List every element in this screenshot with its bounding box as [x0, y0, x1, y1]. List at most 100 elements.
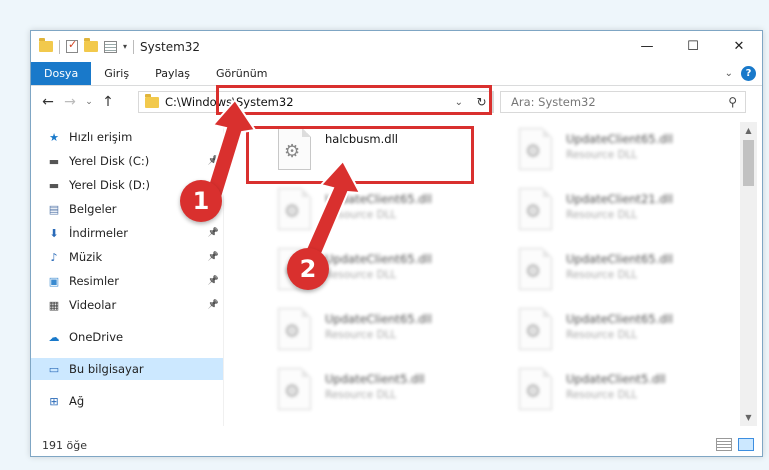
documents-icon: ▤	[48, 202, 60, 216]
sidebar-item-7[interactable]: ▦ Videolar 📌	[31, 294, 223, 316]
recent-locations-button[interactable]: ⌄	[81, 97, 97, 107]
file-name: UpdateClient65.dll	[325, 312, 432, 326]
item-count: 191 öğe	[42, 438, 87, 452]
search-placeholder: Ara: System32	[511, 95, 596, 109]
dll-file-icon: ⚙	[519, 248, 552, 290]
file-type: Resource DLL	[566, 329, 638, 341]
sidebar-item-8[interactable]: ☁ OneDrive	[31, 326, 223, 348]
file-info: UpdateClient65.dll Resource DLL	[566, 248, 673, 281]
forward-button[interactable]: →	[59, 94, 81, 110]
sidebar-item-label: OneDrive	[69, 330, 124, 344]
window-title: System32	[140, 39, 201, 54]
tab-file[interactable]: Dosya	[31, 62, 92, 85]
close-button[interactable]: ✕	[716, 31, 762, 62]
dll-file-icon: ⚙	[519, 368, 552, 410]
file-item[interactable]: ⚙ UpdateClient21.dll Resource DLL	[519, 188, 739, 244]
divider	[133, 39, 135, 54]
sidebar-item-4[interactable]: ⬇ İndirmeler 📌	[31, 222, 223, 244]
dll-file-icon: ⚙	[519, 308, 552, 350]
gear-icon: ⚙	[284, 321, 301, 342]
pin-icon[interactable]: 📌	[208, 276, 219, 286]
file-item[interactable]: ⚙ UpdateClient65.dll Resource DLL	[278, 308, 498, 364]
file-item[interactable]: ⚙ UpdateClient5.dll Resource DLL	[278, 368, 498, 424]
sidebar-item-label: Belgeler	[69, 202, 117, 216]
file-type: Resource DLL	[325, 389, 397, 401]
callout-badge-2: 2	[287, 248, 329, 290]
new-folder-icon[interactable]	[84, 38, 98, 52]
dll-file-icon: ⚙	[278, 368, 311, 410]
status-bar: 191 öğe	[31, 433, 762, 456]
large-icons-view-icon[interactable]	[738, 438, 754, 451]
file-name: UpdateClient21.dll	[566, 192, 673, 206]
tab-share[interactable]: Paylaş	[142, 62, 203, 85]
file-item[interactable]: ⚙ UpdateClient65.dll Resource DLL	[519, 128, 739, 184]
file-type: Resource DLL	[325, 269, 397, 281]
file-item[interactable]: ⚙ UpdateClient5.dll Resource DLL	[519, 368, 739, 424]
sidebar-item-10[interactable]: ⊞ Ağ	[31, 390, 223, 412]
file-type: Resource DLL	[566, 269, 638, 281]
search-input[interactable]: Ara: System32 ⚲	[500, 91, 746, 113]
tab-home[interactable]: Giriş	[91, 62, 142, 85]
sidebar-item-label: Müzik	[69, 250, 103, 264]
sidebar-item-label: Bu bilgisayar	[69, 362, 144, 376]
sidebar-item-label: Resimler	[69, 274, 119, 288]
scroll-down-icon[interactable]: ▼	[740, 409, 757, 426]
file-name: UpdateClient5.dll	[566, 372, 666, 386]
vertical-scrollbar[interactable]: ▲ ▼	[740, 122, 757, 426]
file-item[interactable]: ⚙ UpdateClient65.dll Resource DLL	[519, 308, 739, 364]
downloads-icon: ⬇	[49, 226, 59, 240]
gear-icon: ⚙	[525, 141, 542, 162]
file-item[interactable]: ⚙ UpdateClient65.dll Resource DLL	[519, 248, 739, 304]
help-icon[interactable]: ?	[741, 66, 756, 81]
pin-icon[interactable]: 📌	[208, 228, 219, 238]
file-name: UpdateClient65.dll	[566, 312, 673, 326]
folder-icon	[39, 38, 53, 52]
dll-file-icon: ⚙	[278, 308, 311, 350]
sidebar-item-6[interactable]: ▣ Resimler 📌	[31, 270, 223, 292]
sidebar-item-label: İndirmeler	[69, 226, 128, 240]
file-type: Resource DLL	[566, 149, 638, 161]
qat-dropdown-icon[interactable]: ▾	[123, 42, 127, 51]
customize-icon[interactable]	[104, 40, 117, 53]
sidebar-item-label: Ağ	[69, 394, 85, 408]
ribbon-tabs: Dosya Giriş Paylaş Görünüm ⌄ ?	[31, 62, 762, 86]
folder-icon	[145, 93, 159, 108]
quick-access-toolbar: ▾	[31, 31, 135, 62]
view-switcher	[716, 438, 754, 451]
sidebar-item-9[interactable]: ▭ Bu bilgisayar	[31, 358, 223, 380]
sidebar-item-5[interactable]: ♪ Müzik 📌	[31, 246, 223, 268]
gear-icon: ⚙	[525, 201, 542, 222]
file-info: UpdateClient65.dll Resource DLL	[566, 128, 673, 161]
pictures-icon: ▣	[48, 274, 60, 288]
file-info: UpdateClient65.dll Resource DLL	[566, 308, 673, 341]
file-name: UpdateClient5.dll	[325, 372, 425, 386]
file-type: Resource DLL	[566, 209, 638, 221]
file-name: UpdateClient65.dll	[566, 252, 673, 266]
properties-icon[interactable]	[66, 38, 78, 53]
divider	[59, 39, 60, 54]
tab-view[interactable]: Görünüm	[203, 62, 280, 85]
callout-badge-1: 1	[180, 180, 222, 222]
music-icon: ♪	[50, 250, 58, 264]
expand-ribbon-icon[interactable]: ⌄	[725, 68, 733, 79]
file-info: UpdateClient5.dll Resource DLL	[566, 368, 666, 401]
file-type: Resource DLL	[325, 329, 397, 341]
network-icon: ⊞	[49, 394, 59, 408]
pin-icon[interactable]: 📌	[208, 252, 219, 262]
drive-icon: ▬	[48, 178, 60, 192]
file-info: UpdateClient65.dll Resource DLL	[325, 308, 432, 341]
pin-icon[interactable]: 📌	[208, 300, 219, 310]
details-view-icon[interactable]	[716, 438, 732, 451]
title-bar: ▾ System32 — ☐ ✕	[31, 31, 762, 62]
scroll-thumb[interactable]	[743, 140, 754, 186]
up-button[interactable]: ↑	[97, 94, 119, 110]
dll-file-icon: ⚙	[519, 128, 552, 170]
cloud-icon: ☁	[48, 330, 60, 344]
maximize-button[interactable]: ☐	[670, 31, 716, 62]
minimize-button[interactable]: —	[624, 31, 670, 62]
videos-icon: ▦	[48, 298, 60, 312]
back-button[interactable]: ←	[37, 94, 59, 110]
search-icon: ⚲	[728, 95, 737, 109]
scroll-up-icon[interactable]: ▲	[740, 122, 757, 139]
sidebar-item-label: Yerel Disk (C:)	[69, 154, 150, 168]
